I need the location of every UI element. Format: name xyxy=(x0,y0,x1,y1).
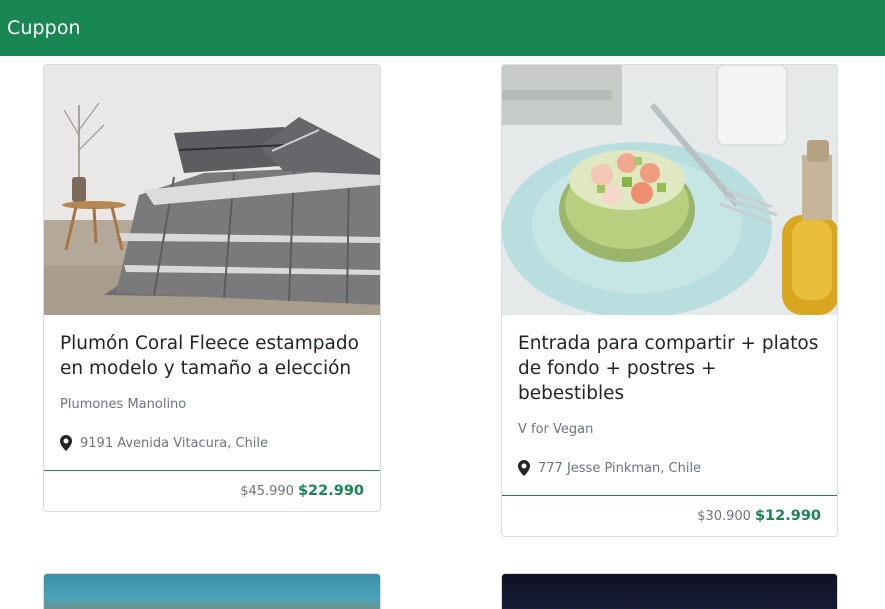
deal-image-food[interactable] xyxy=(502,65,837,315)
deal-title[interactable]: Plumón Coral Fleece estampado en modelo … xyxy=(60,331,364,381)
deal-card-partial[interactable] xyxy=(501,573,838,609)
map-pin-icon xyxy=(518,460,530,476)
price-footer: $45.990 $22.990 xyxy=(44,470,380,511)
deal-image-partial[interactable] xyxy=(502,574,837,609)
map-pin-icon xyxy=(60,435,72,451)
top-navbar: Cuppon xyxy=(0,0,885,56)
deal-image-partial[interactable] xyxy=(44,574,380,609)
location-text: 9191 Avenida Vitacura, Chile xyxy=(80,435,269,451)
location-text: 777 Jesse Pinkman, Chile xyxy=(538,460,702,476)
deal-location: 777 Jesse Pinkman, Chile xyxy=(518,459,821,477)
original-price: $45.990 xyxy=(240,483,294,499)
price-footer: $30.900 $12.990 xyxy=(502,495,837,536)
deal-title[interactable]: Entrada para compartir + platos de fondo… xyxy=(518,331,821,406)
discounted-price: $12.990 xyxy=(754,508,821,524)
deal-card-partial[interactable] xyxy=(43,573,381,609)
deal-location: 9191 Avenida Vitacura, Chile xyxy=(60,434,364,452)
deal-card[interactable]: Plumón Coral Fleece estampado en modelo … xyxy=(43,64,381,512)
deal-card[interactable]: Entrada para compartir + platos de fondo… xyxy=(501,64,838,537)
merchant-name: Plumones Manolino xyxy=(60,397,187,412)
original-price: $30.900 xyxy=(697,508,751,524)
discounted-price: $22.990 xyxy=(297,483,364,499)
deal-image-bedroom[interactable] xyxy=(44,65,380,315)
brand-logo-text[interactable]: Cuppon xyxy=(7,17,81,39)
merchant-name: V for Vegan xyxy=(518,422,594,437)
